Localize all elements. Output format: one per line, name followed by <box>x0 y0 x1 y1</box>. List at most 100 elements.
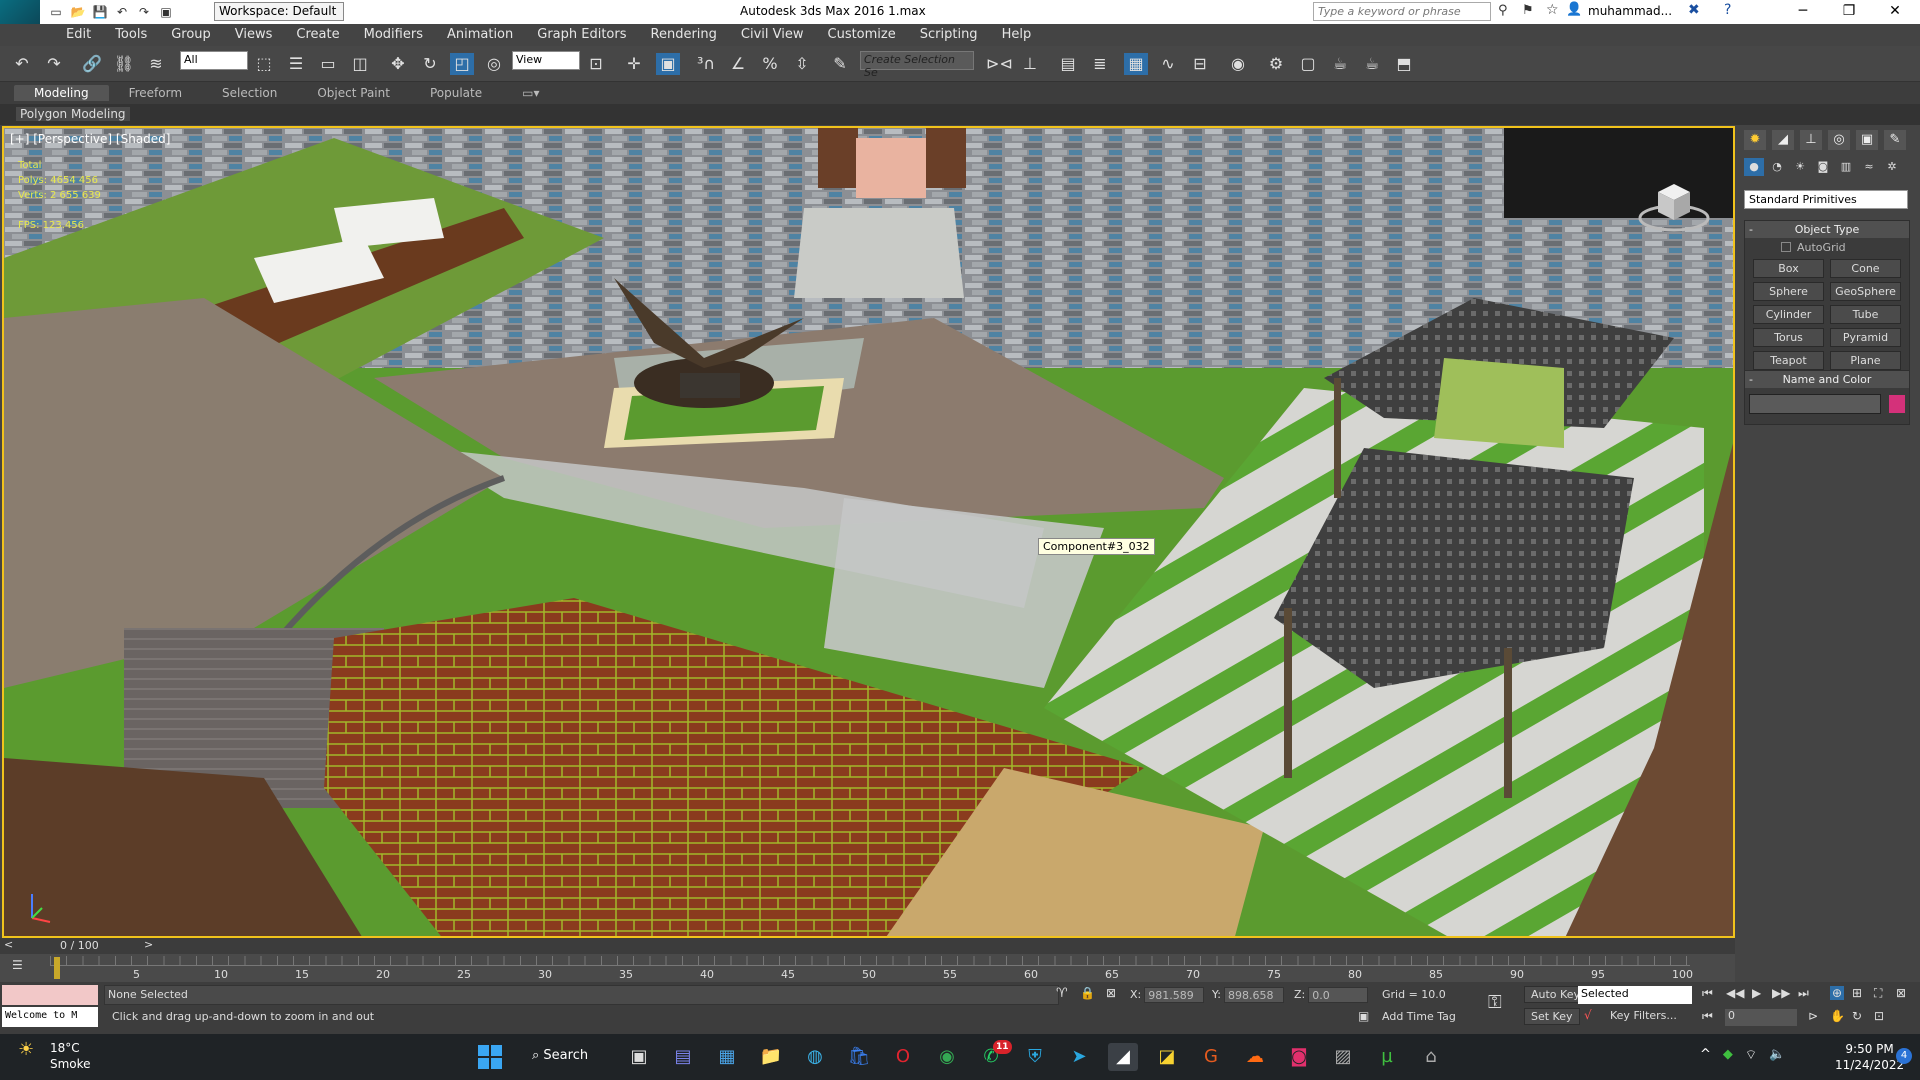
whatsapp-icon[interactable]: ✆ 11 <box>976 1040 1012 1071</box>
y-coordinate[interactable]: Y: 898.658 <box>1212 987 1284 1003</box>
lights-icon[interactable]: ☀ <box>1790 158 1810 176</box>
store-icon[interactable]: 🛍 <box>844 1043 874 1071</box>
tab-selection[interactable]: Selection <box>202 85 297 101</box>
selection-filter-dropdown[interactable]: All <box>180 51 248 70</box>
key-icon[interactable]: ⚿ <box>1488 992 1502 1013</box>
tab-freeform[interactable]: Freeform <box>109 85 202 101</box>
volume-icon[interactable]: 🔈 <box>1769 1047 1785 1063</box>
menu-modifiers[interactable]: Modifiers <box>352 27 435 42</box>
show-hidden-icons-icon[interactable]: ^ <box>1700 1047 1711 1063</box>
soundcloud-icon[interactable]: ☁ <box>1240 1043 1270 1071</box>
photos-icon[interactable]: ▨ <box>1328 1043 1358 1071</box>
utilities-tab-icon[interactable]: ✎ <box>1884 130 1906 150</box>
set-keys-icon[interactable]: √ <box>1584 1008 1592 1022</box>
menu-customize[interactable]: Customize <box>816 27 908 42</box>
track-bar[interactable]: ☰ 5 10 15 20 25 30 35 40 45 50 55 60 65 70 75 80 85 90 95 1… <box>0 954 1735 982</box>
goto-start-icon[interactable]: ⏮ <box>1702 986 1713 1001</box>
notifications-icon[interactable]: 4 <box>1896 1048 1912 1064</box>
instagram-icon[interactable]: ◙ <box>1284 1043 1314 1071</box>
chrome-icon[interactable]: ◉ <box>932 1043 962 1071</box>
menu-group[interactable]: Group <box>159 27 223 42</box>
new-file-icon[interactable]: ▭ <box>48 5 64 19</box>
vpn-icon[interactable]: ⛨ <box>1020 1043 1050 1071</box>
3dsmax-icon[interactable]: ◢ <box>1108 1043 1138 1071</box>
menu-scripting[interactable]: Scripting <box>908 27 990 42</box>
add-time-tag[interactable]: Add Time Tag <box>1382 1010 1456 1023</box>
percent-snap-icon[interactable]: % <box>758 53 782 75</box>
set-key-button[interactable]: Set Key <box>1524 1008 1580 1025</box>
modify-tab-icon[interactable]: ◢ <box>1772 130 1794 150</box>
geosphere-button[interactable]: GeoSphere <box>1830 282 1901 301</box>
zoom-all-icon[interactable]: ⊞ <box>1852 986 1862 1000</box>
helpers-icon[interactable]: ▥ <box>1836 158 1856 176</box>
ribbon-options-icon[interactable]: ▭▾ <box>502 85 559 101</box>
tab-modeling[interactable]: Modeling <box>14 85 109 101</box>
y-value[interactable]: 898.658 <box>1223 987 1284 1003</box>
menu-rendering[interactable]: Rendering <box>639 27 729 42</box>
chat-icon[interactable]: ▤ <box>668 1043 698 1071</box>
keyboard-override-icon[interactable]: ▣ <box>656 53 680 75</box>
scale-icon[interactable]: ◰ <box>450 53 474 75</box>
calculator-icon[interactable]: ▦ <box>712 1043 742 1071</box>
object-type-title[interactable]: - Object Type <box>1745 221 1909 238</box>
sticky-notes-icon[interactable]: ◪ <box>1152 1043 1182 1071</box>
goto-end-icon[interactable]: ⏭ <box>1798 986 1809 1001</box>
ribbon-toggle-icon[interactable]: ▦ <box>1124 53 1148 75</box>
rotate-icon[interactable]: ↻ <box>418 53 442 75</box>
sketchup-icon[interactable]: ⌂ <box>1416 1043 1446 1071</box>
display-tab-icon[interactable]: ▣ <box>1856 130 1878 150</box>
pyramid-button[interactable]: Pyramid <box>1830 328 1901 347</box>
geometry-icon[interactable]: ● <box>1744 158 1764 176</box>
perspective-viewport[interactable]: [+] [Perspective] [Shaded] Total Polys: … <box>2 126 1735 938</box>
schematic-view-icon[interactable]: ⊟ <box>1188 53 1212 75</box>
favorites-star-icon[interactable]: ☆ <box>1546 2 1559 18</box>
key-mode-icon[interactable]: ⏮ <box>1702 1009 1713 1024</box>
task-view-icon[interactable]: ▣ <box>624 1043 654 1071</box>
zoom-extents-icon[interactable]: ⛶ <box>1874 986 1882 1001</box>
render-iterative-icon[interactable]: ☕ <box>1360 53 1384 75</box>
reference-coordinate-dropdown[interactable]: View <box>512 51 580 70</box>
cylinder-button[interactable]: Cylinder <box>1753 305 1824 324</box>
menu-civil-view[interactable]: Civil View <box>729 27 816 42</box>
redo-icon[interactable]: ↷ <box>42 53 66 75</box>
object-color-swatch[interactable] <box>1889 395 1906 413</box>
motion-tab-icon[interactable]: ◎ <box>1828 130 1850 150</box>
absolute-mode-icon[interactable]: ⊠ <box>1106 986 1116 1000</box>
opera-icon[interactable]: O <box>888 1043 918 1071</box>
zoom-icon[interactable]: ⊕ <box>1830 986 1845 1000</box>
object-name-field[interactable] <box>1749 394 1881 414</box>
next-frame-icon[interactable]: > <box>144 938 153 951</box>
create-tab-icon[interactable]: ✹ <box>1744 130 1766 150</box>
polygon-modeling-panel[interactable]: Polygon Modeling <box>16 107 130 121</box>
snaps-toggle-icon[interactable]: ³∩ <box>694 53 718 75</box>
taskbar-clock[interactable]: 9:50 PM 11/24/2022 <box>1835 1041 1904 1073</box>
menu-help[interactable]: Help <box>990 27 1044 42</box>
utorrent-icon[interactable]: µ <box>1372 1043 1402 1071</box>
torus-button[interactable]: Torus <box>1753 328 1824 347</box>
user-name[interactable]: muhammad... <box>1588 4 1672 18</box>
maximize-viewport-icon[interactable]: ⊡ <box>1874 1009 1884 1023</box>
maximize-button[interactable]: ❐ <box>1826 0 1872 24</box>
play-icon[interactable]: ▶ <box>1752 986 1761 1000</box>
help-search-input[interactable]: Type a keyword or phrase <box>1313 2 1491 21</box>
pan-view-icon[interactable]: ✋ <box>1830 1009 1845 1023</box>
place-icon[interactable]: ◎ <box>482 53 506 75</box>
tray-app-icon[interactable]: ◆ <box>1723 1047 1733 1063</box>
grammarly-icon[interactable]: G <box>1196 1043 1226 1071</box>
redo-icon[interactable]: ↷ <box>136 5 152 19</box>
cone-button[interactable]: Cone <box>1830 259 1901 278</box>
maxscript-listener-input[interactable]: Welcome to M <box>2 1007 98 1027</box>
menu-animation[interactable]: Animation <box>435 27 525 42</box>
time-slider[interactable]: < 0 / 100 > <box>0 938 1735 954</box>
viewport-label[interactable]: [+] [Perspective] [Shaded] <box>10 132 170 146</box>
angle-snap-icon[interactable]: ∠ <box>726 53 750 75</box>
exchange-icon[interactable]: ✖ <box>1688 2 1700 18</box>
windows-start-icon[interactable] <box>478 1045 502 1069</box>
select-and-link-icon[interactable]: 🔗 <box>80 53 104 75</box>
z-value[interactable]: 0.0 <box>1308 987 1369 1003</box>
prev-frame-icon[interactable]: < <box>4 938 13 951</box>
selection-lock-icon[interactable]: 🔒 <box>1080 986 1095 1000</box>
menu-graph-editors[interactable]: Graph Editors <box>525 27 638 42</box>
plane-button[interactable]: Plane <box>1830 351 1901 370</box>
menu-tools[interactable]: Tools <box>103 27 159 42</box>
